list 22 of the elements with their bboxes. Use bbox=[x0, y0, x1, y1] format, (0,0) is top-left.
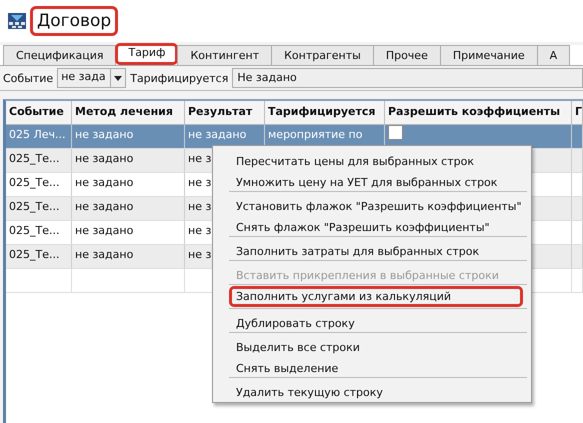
table-cell: не з bbox=[188, 224, 212, 237]
table-cell: не з bbox=[188, 152, 212, 165]
table-cell: не задано bbox=[75, 248, 134, 261]
table-cell: 025_Те... bbox=[9, 224, 60, 237]
table-cell: 025 Леч... bbox=[9, 128, 66, 141]
table-cell: не задано bbox=[75, 200, 134, 213]
tariff-label: Тарифицируется bbox=[130, 72, 228, 84]
window-title: Договор bbox=[30, 6, 118, 36]
table-cell: не задано bbox=[188, 128, 246, 141]
table-cell: не з bbox=[188, 176, 212, 189]
table-cell: 025_Те... bbox=[9, 176, 60, 189]
table-cell: 025_Те... bbox=[9, 152, 60, 165]
table-cell: 025_Те... bbox=[9, 248, 60, 261]
event-label: Событие bbox=[3, 72, 54, 84]
table-cell: мероприятие по bbox=[268, 128, 362, 141]
table-cell: 025_Те... bbox=[9, 200, 60, 213]
table-cell: не з bbox=[188, 200, 212, 213]
table-cell: не з bbox=[188, 248, 212, 261]
table-cell: не задано bbox=[75, 224, 134, 237]
table-cell: не задано bbox=[75, 176, 134, 189]
table-cell: не задано bbox=[75, 128, 134, 141]
table-cell: не задано bbox=[75, 152, 134, 165]
